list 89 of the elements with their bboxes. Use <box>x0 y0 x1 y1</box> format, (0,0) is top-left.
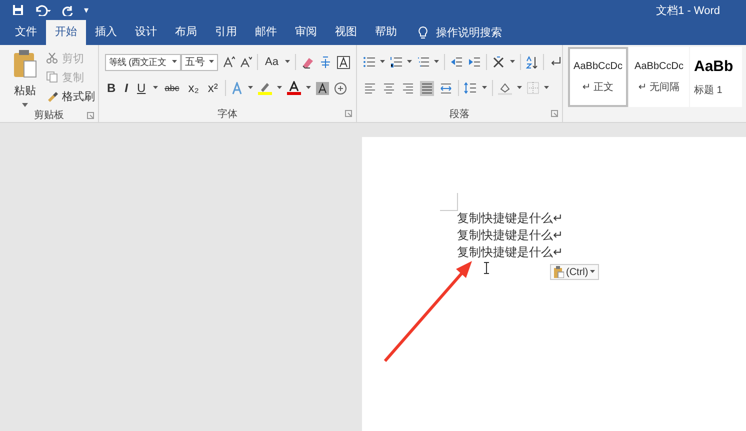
format-button[interactable]: U <box>135 81 148 95</box>
caret-icon[interactable] <box>285 60 290 64</box>
ribbon-tab[interactable]: 开始 <box>46 20 86 45</box>
format-button[interactable]: x₂ <box>186 81 201 95</box>
text-effects-icon[interactable] <box>230 82 243 94</box>
increase-indent-icon[interactable] <box>468 56 481 68</box>
customize-menu-caret[interactable]: ▾ <box>84 4 89 16</box>
format-button[interactable]: x² <box>206 81 220 95</box>
ribbon-tab[interactable]: 插入 <box>86 20 126 45</box>
scissors-icon <box>46 52 58 64</box>
style-gallery-item[interactable]: AaBbCcDc ↵ 无间隔 <box>629 47 689 107</box>
justify-align-button[interactable] <box>420 80 434 96</box>
clipboard-icon <box>554 266 564 278</box>
brush-icon <box>46 90 58 102</box>
font-size-field[interactable]: 五号 <box>181 54 218 70</box>
dialog-launcher-icon[interactable] <box>551 110 558 117</box>
ribbon-tab[interactable]: 帮助 <box>366 20 406 45</box>
numbering-icon[interactable] <box>390 56 402 68</box>
distributed-align-button[interactable] <box>439 80 453 96</box>
multilevel-list-icon[interactable] <box>417 56 429 68</box>
style-gallery-item[interactable]: AaBbCcDc ↵ 正文 <box>568 47 628 107</box>
redo-icon[interactable] <box>62 4 74 16</box>
ribbon-tab[interactable]: 文件 <box>6 20 46 45</box>
font-color-icon[interactable] <box>286 81 301 95</box>
eraser-icon[interactable] <box>301 56 314 68</box>
style-gallery-item[interactable]: AaBb 标题 1 <box>690 47 742 107</box>
caret-icon[interactable] <box>510 60 515 64</box>
clipboard-command[interactable]: 格式刷 <box>46 87 95 105</box>
enclose-characters-icon[interactable] <box>334 82 347 94</box>
caret-icon[interactable] <box>434 60 439 64</box>
group-label: 剪贴板 <box>34 108 64 122</box>
caret-icon[interactable] <box>380 60 385 64</box>
highlighter-icon[interactable] <box>258 81 272 95</box>
dialog-launcher-icon[interactable] <box>87 112 94 119</box>
ribbon-tab[interactable]: 设计 <box>126 20 166 45</box>
right-align-button[interactable] <box>401 80 415 96</box>
character-shading-icon[interactable] <box>316 82 329 94</box>
character-border-icon[interactable] <box>337 56 350 68</box>
paste-button[interactable]: 粘贴 <box>10 49 40 108</box>
window-title: 文档1 - Word <box>656 4 720 18</box>
text-cursor-icon <box>483 262 490 274</box>
chinese-layout-icon[interactable] <box>492 56 505 68</box>
decrease-indent-icon[interactable] <box>450 56 463 68</box>
paste-options-button[interactable]: (Ctrl) <box>550 264 600 280</box>
center-align-button[interactable] <box>382 80 396 96</box>
caret-icon[interactable] <box>248 86 253 90</box>
ribbon-tab[interactable]: 审阅 <box>286 20 326 45</box>
undo-icon[interactable] <box>34 4 52 16</box>
caret-icon[interactable] <box>517 86 522 90</box>
change-case-button[interactable]: Aa <box>263 56 280 68</box>
format-button[interactable]: B <box>105 81 118 95</box>
shrink-font-icon[interactable] <box>240 56 252 68</box>
dialog-launcher-icon[interactable] <box>345 110 352 117</box>
copy-icon <box>46 71 58 83</box>
shading-icon[interactable] <box>498 82 512 94</box>
caret-icon[interactable] <box>172 60 177 64</box>
caret-icon[interactable] <box>276 86 282 90</box>
save-icon[interactable] <box>12 4 24 16</box>
clipboard-icon <box>12 49 38 79</box>
caret-icon[interactable] <box>407 60 412 64</box>
ribbon-tab[interactable]: 引用 <box>206 20 246 45</box>
grow-font-icon[interactable] <box>223 56 235 68</box>
phonetic-guide-icon[interactable] <box>319 56 332 68</box>
caret-icon <box>22 102 28 108</box>
line-spacing-icon[interactable] <box>464 82 477 94</box>
bullets-icon[interactable] <box>363 56 375 68</box>
caret-icon[interactable] <box>209 60 214 64</box>
caret-icon[interactable] <box>544 86 549 90</box>
paragraph-mark-icon[interactable] <box>549 56 561 68</box>
lightbulb-icon <box>418 26 428 40</box>
document-text-line: 复制快捷键是什么↵ <box>457 227 564 244</box>
group-label: 段落 <box>450 108 470 121</box>
caret-icon[interactable] <box>482 86 487 90</box>
ribbon-tab[interactable]: 邮件 <box>246 20 286 45</box>
caret-icon[interactable] <box>306 86 311 90</box>
ribbon-tab[interactable]: 布局 <box>166 20 206 45</box>
group-label: 字体 <box>218 108 238 121</box>
format-button[interactable]: I <box>122 81 130 95</box>
format-button[interactable]: abc <box>162 83 182 93</box>
document-text-line: 复制快捷键是什么↵ <box>457 244 564 261</box>
font-name-field[interactable]: 等线 (西文正文 <box>105 54 181 70</box>
caret-icon[interactable] <box>152 86 158 90</box>
sort-icon[interactable] <box>526 56 538 68</box>
ribbon-tab[interactable]: 视图 <box>326 20 366 45</box>
left-align-button[interactable] <box>363 80 377 96</box>
document-text-line: 复制快捷键是什么↵ <box>457 210 564 227</box>
margin-corner-mark <box>440 193 458 211</box>
caret-icon[interactable] <box>590 270 596 274</box>
search-field[interactable]: 操作说明搜索 <box>436 25 502 40</box>
